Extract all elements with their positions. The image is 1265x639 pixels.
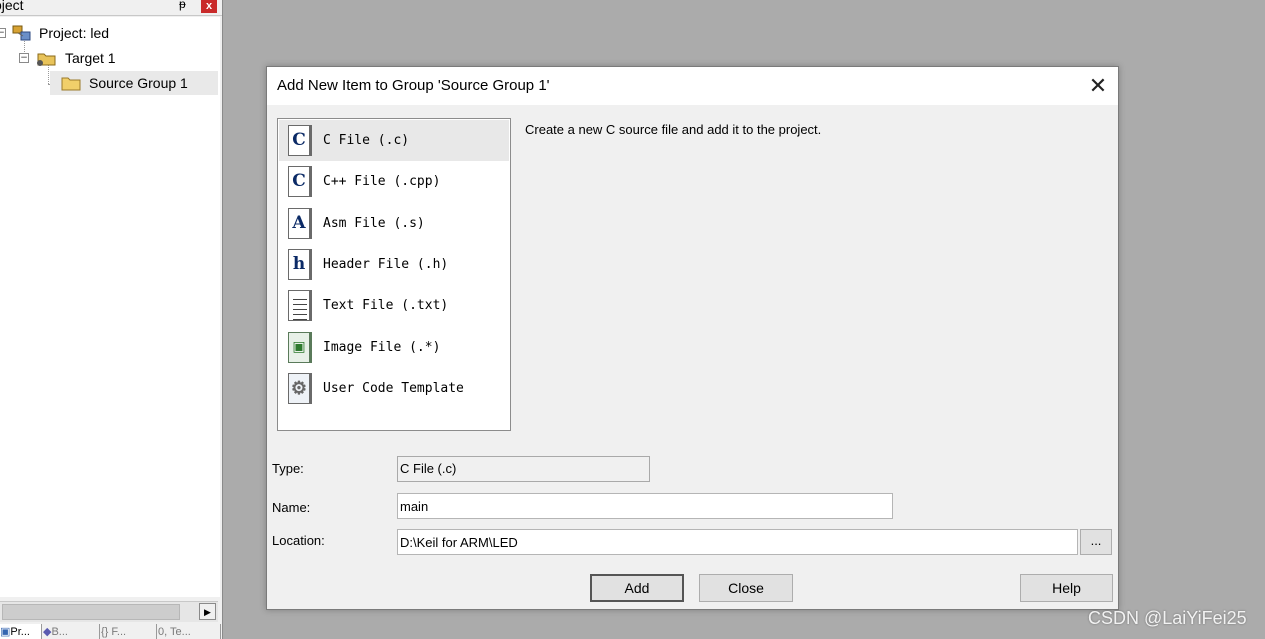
file-type-label: Text File (.txt)	[323, 298, 449, 313]
watermark: CSDN @LaiYiFei25	[1088, 608, 1247, 628]
header-file-icon: h	[288, 249, 312, 280]
location-label: Location:	[272, 533, 325, 548]
name-input[interactable]	[397, 493, 893, 519]
cpp-file-icon: C	[288, 166, 312, 197]
tab-functions[interactable]: {} F...	[101, 624, 157, 639]
type-field: C File (.c)	[397, 456, 650, 482]
browse-button[interactable]: ...	[1080, 529, 1112, 555]
collapse-icon[interactable]: −	[19, 53, 29, 63]
file-type-description: Create a new C source file and add it to…	[525, 122, 822, 137]
file-type-list[interactable]: C C File (.c) C C++ File (.cpp) A Asm Fi…	[277, 118, 511, 431]
tab-books[interactable]: ◆B...	[43, 624, 100, 639]
file-type-item-image[interactable]: ▣ Image File (.*)	[279, 327, 509, 368]
tree-label-target: Target 1	[65, 50, 116, 66]
tree-item-project[interactable]: − Project: led	[0, 21, 220, 45]
location-input[interactable]	[397, 529, 1078, 555]
file-type-item-cpp[interactable]: C C++ File (.cpp)	[279, 161, 509, 202]
dialog-titlebar: Add New Item to Group 'Source Group 1' ✕	[267, 67, 1118, 105]
tree-label-project: Project: led	[39, 25, 110, 41]
help-button[interactable]: Help	[1020, 574, 1113, 602]
file-type-label: User Code Template	[323, 381, 464, 396]
panel-close-icon[interactable]: x	[201, 0, 217, 13]
project-tab-icon: ▣	[0, 626, 11, 638]
tree-label-source-group: Source Group 1	[89, 75, 188, 91]
file-type-label: Image File (.*)	[323, 340, 441, 355]
panel-tabs: ▣Pr... ◆B... {} F... 0, Te...	[0, 624, 222, 639]
folder-icon	[61, 77, 81, 91]
c-file-icon: C	[288, 125, 312, 156]
project-icon	[12, 25, 31, 41]
file-type-item-text[interactable]: Text File (.txt)	[279, 285, 509, 326]
panel-titlebar: oject ᵽ x	[0, 0, 222, 16]
project-tree: − Project: led − Target 1 Source Group 1	[0, 17, 220, 597]
tab-templates[interactable]: 0, Te...	[158, 624, 221, 639]
name-label: Name:	[272, 500, 311, 515]
horizontal-scrollbar[interactable]: ▶	[0, 601, 218, 622]
file-type-item-asm[interactable]: A Asm File (.s)	[279, 203, 509, 244]
tree-item-target[interactable]: − Target 1	[0, 46, 220, 70]
panel-title: oject	[0, 0, 24, 13]
template-gear-icon: ⚙	[288, 373, 312, 404]
file-type-label: Asm File (.s)	[323, 216, 425, 231]
type-label: Type:	[272, 461, 304, 476]
add-button[interactable]: Add	[590, 574, 684, 602]
file-type-label: C File (.c)	[323, 133, 410, 148]
tree-item-source-group[interactable]: Source Group 1	[50, 71, 218, 95]
target-folder-icon	[37, 53, 56, 66]
project-panel: oject ᵽ x − Project: led − Target 1	[0, 0, 223, 639]
close-button[interactable]: Close	[699, 574, 793, 602]
asm-file-icon: A	[288, 208, 312, 239]
scrollbar-thumb[interactable]	[2, 604, 180, 620]
collapse-icon[interactable]: −	[0, 28, 6, 38]
file-type-item-c[interactable]: C C File (.c)	[279, 120, 509, 161]
add-new-item-dialog: Add New Item to Group 'Source Group 1' ✕…	[266, 66, 1119, 610]
file-type-item-template[interactable]: ⚙ User Code Template	[279, 368, 509, 409]
file-type-label: C++ File (.cpp)	[323, 174, 441, 189]
file-type-label: Header File (.h)	[323, 257, 449, 272]
image-file-icon: ▣	[288, 332, 312, 363]
file-type-item-header[interactable]: h Header File (.h)	[279, 244, 509, 285]
dialog-close-icon[interactable]: ✕	[1085, 73, 1111, 99]
pin-icon[interactable]: ᵽ	[179, 0, 186, 11]
text-file-icon	[288, 290, 312, 321]
dialog-title: Add New Item to Group 'Source Group 1'	[277, 77, 550, 94]
tab-project[interactable]: ▣Pr...	[0, 624, 42, 639]
scroll-right-arrow-icon[interactable]: ▶	[199, 603, 216, 620]
